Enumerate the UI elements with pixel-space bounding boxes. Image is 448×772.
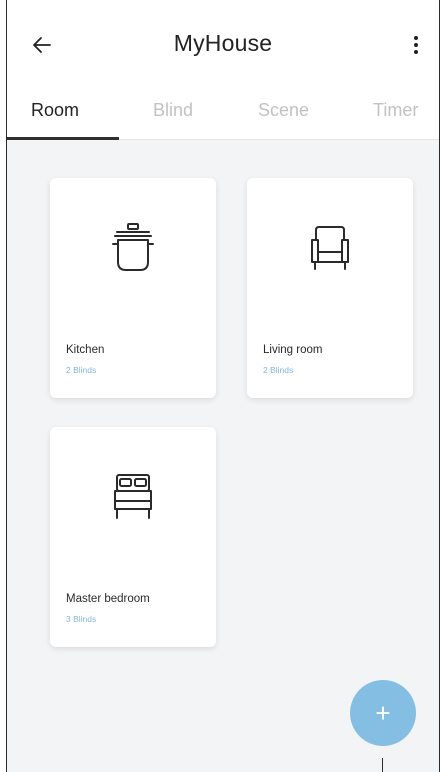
more-vertical-icon bbox=[414, 36, 418, 54]
tab-timer[interactable]: Timer bbox=[373, 100, 418, 121]
room-card-living-room[interactable]: Living room 2 Blinds bbox=[247, 178, 413, 398]
bed-icon bbox=[114, 474, 152, 519]
blind-count: 2 Blinds bbox=[263, 365, 294, 375]
divider-line bbox=[382, 758, 383, 772]
room-name: Living room bbox=[263, 344, 323, 356]
room-card-master-bedroom[interactable]: Master bedroom 3 Blinds bbox=[50, 427, 216, 647]
blind-count: 2 Blinds bbox=[66, 365, 97, 375]
tab-room[interactable]: Room bbox=[31, 100, 79, 121]
back-button[interactable] bbox=[27, 30, 57, 60]
page-title: MyHouse bbox=[173, 30, 273, 56]
blind-count: 3 Blinds bbox=[66, 614, 97, 624]
room-name: Kitchen bbox=[66, 344, 105, 356]
app-bar: MyHouse Room Blind Scene Timer bbox=[7, 0, 439, 140]
more-options-button[interactable] bbox=[401, 30, 431, 60]
pot-icon bbox=[112, 223, 154, 271]
add-room-button[interactable]: + bbox=[350, 680, 416, 746]
tab-scene[interactable]: Scene bbox=[258, 100, 309, 121]
tab-indicator bbox=[7, 137, 119, 140]
phone-frame: MyHouse Room Blind Scene Timer Kitchen 2… bbox=[6, 0, 440, 772]
arrow-left-icon bbox=[33, 37, 51, 53]
armchair-icon bbox=[311, 226, 349, 270]
add-icon: + bbox=[375, 697, 391, 728]
room-card-kitchen[interactable]: Kitchen 2 Blinds bbox=[50, 178, 216, 398]
room-name: Master bedroom bbox=[66, 593, 150, 605]
tab-blind[interactable]: Blind bbox=[153, 100, 193, 121]
tab-bar: Room Blind Scene Timer bbox=[7, 92, 439, 140]
